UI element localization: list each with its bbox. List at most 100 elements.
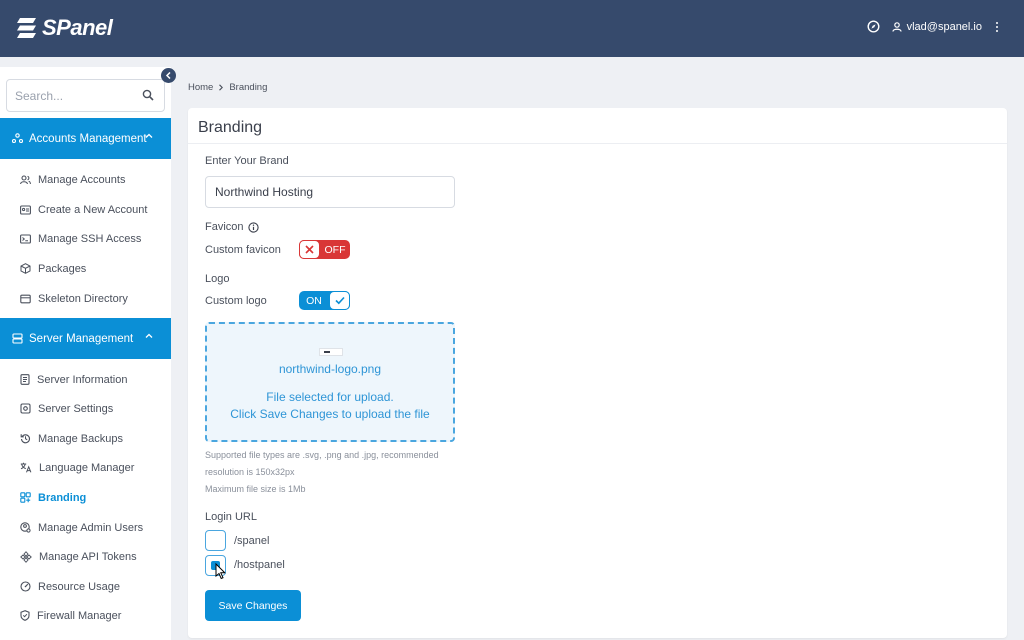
gauge-icon xyxy=(20,581,31,592)
brand-name-input[interactable] xyxy=(205,176,455,208)
branding-card: Branding Enter Your Brand Favicon Custom… xyxy=(188,108,1007,638)
top-header: SPanel vlad@spanel.io xyxy=(0,0,1024,57)
breadcrumb: Home Branding xyxy=(188,82,267,93)
admin-user-icon xyxy=(20,522,31,533)
sidebar-item-label: Create a New Account xyxy=(38,203,148,216)
id-card-icon xyxy=(20,204,31,215)
sidebar-item-server-information[interactable]: Server Information xyxy=(0,365,171,394)
sidebar-item-label: Resource Usage xyxy=(38,580,120,593)
favicon-label: Favicon xyxy=(205,221,244,233)
terminal-icon xyxy=(20,233,31,244)
file-size-hint: Maximum file size is 1Mb xyxy=(205,484,306,494)
save-changes-button[interactable]: Save Changes xyxy=(205,590,301,621)
sidebar-item-label: Manage Backups xyxy=(38,432,123,445)
breadcrumb-home-link[interactable]: Home xyxy=(188,82,213,93)
folder-icon xyxy=(20,294,31,303)
favicon-toggle[interactable]: OFF xyxy=(299,240,350,259)
sidebar-item-branding[interactable]: Branding xyxy=(0,483,171,512)
chevron-left-icon xyxy=(165,72,171,79)
search-input[interactable] xyxy=(7,80,132,111)
more-options-icon[interactable] xyxy=(994,21,1000,32)
check-icon xyxy=(334,296,345,305)
favicon-heading: Favicon xyxy=(205,221,259,233)
sidebar-item-label: Server Information xyxy=(37,373,128,386)
file-type-hint: Supported file types are .svg, .png and … xyxy=(205,450,439,460)
sidebar-search xyxy=(6,79,165,112)
toggle-state: OFF xyxy=(324,243,346,256)
chevron-up-icon xyxy=(145,133,153,138)
sidebar-item-resource-usage[interactable]: Resource Usage xyxy=(0,572,171,601)
accounts-icon xyxy=(12,133,23,144)
compass-icon[interactable] xyxy=(867,20,880,33)
section-title: Accounts Management xyxy=(29,132,147,145)
sidebar-item-language-manager[interactable]: Language Manager xyxy=(0,453,171,482)
logo-label: Logo xyxy=(205,273,230,285)
close-icon xyxy=(305,245,314,254)
sidebar-item-label: Skeleton Directory xyxy=(38,292,128,305)
sidebar-item-manage-accounts[interactable]: Manage Accounts xyxy=(0,165,171,194)
server-icon xyxy=(12,333,23,344)
title-divider xyxy=(188,143,1007,144)
document-icon xyxy=(20,374,30,385)
sidebar-item-packages[interactable]: Packages xyxy=(0,254,171,283)
sidebar-item-label: Manage API Tokens xyxy=(39,550,137,563)
chevron-right-icon xyxy=(219,84,224,91)
upload-message: File selected for upload. xyxy=(266,390,394,404)
sidebar-item-manage-api-tokens[interactable]: Manage API Tokens xyxy=(0,542,171,571)
users-icon xyxy=(20,174,31,184)
breadcrumb-current: Branding xyxy=(229,82,268,93)
user-email: vlad@spanel.io xyxy=(906,20,982,33)
login-url-spanel-checkbox[interactable] xyxy=(205,530,226,551)
sidebar-item-manage-backups[interactable]: Manage Backups xyxy=(0,424,171,453)
spanel-logo[interactable]: SPanel xyxy=(16,14,113,42)
logo-upload-dropzone[interactable]: northwind-logo.png File selected for upl… xyxy=(205,322,455,442)
section-title: Server Management xyxy=(29,332,134,345)
backup-icon xyxy=(20,434,31,444)
collapse-sidebar-button[interactable] xyxy=(161,68,176,83)
sidebar-item-label: Firewall Manager xyxy=(37,609,122,622)
custom-logo-label: Custom logo xyxy=(205,295,267,307)
toggle-state: ON xyxy=(306,294,322,307)
login-url-spanel-label: /spanel xyxy=(234,535,270,547)
toggle-knob xyxy=(299,240,320,259)
login-url-hostpanel-label: /hostpanel xyxy=(234,559,285,571)
sidebar-item-label: Branding xyxy=(38,491,87,504)
login-url-label: Login URL xyxy=(205,511,257,523)
package-icon xyxy=(20,263,31,274)
brand-label: Enter Your Brand xyxy=(205,155,289,167)
user-icon xyxy=(892,21,902,32)
sidebar-item-label: Manage Admin Users xyxy=(38,521,144,534)
mouse-cursor-icon xyxy=(215,563,227,580)
sidebar-item-label: Server Settings xyxy=(38,402,114,415)
logo-text: SPanel xyxy=(42,15,113,40)
upload-instruction: Click Save Changes to upload the file xyxy=(230,407,430,421)
sidebar-item-manage-ssh[interactable]: Manage SSH Access xyxy=(0,224,171,253)
upload-file-name: northwind-logo.png xyxy=(278,362,382,376)
sidebar-item-label: Manage Accounts xyxy=(38,173,126,186)
shield-icon xyxy=(20,610,30,621)
chevron-up-icon xyxy=(145,333,153,338)
sidebar-item-firewall-manager[interactable]: Firewall Manager xyxy=(0,601,171,630)
section-server-management[interactable]: Server Management xyxy=(0,318,171,359)
sidebar-item-server-settings[interactable]: Server Settings xyxy=(0,394,171,423)
toggle-knob xyxy=(329,291,350,310)
sidebar-item-label: Manage SSH Access xyxy=(38,232,142,245)
logo-preview-thumbnail xyxy=(319,348,343,356)
sidebar-item-create-account[interactable]: Create a New Account xyxy=(0,195,171,224)
info-icon[interactable] xyxy=(247,221,259,233)
sidebar-item-skeleton-directory[interactable]: Skeleton Directory xyxy=(0,284,171,313)
translate-icon xyxy=(20,462,32,473)
settings-icon xyxy=(20,403,31,414)
branding-icon xyxy=(20,492,31,503)
page-title: Branding xyxy=(198,119,263,136)
user-menu[interactable]: vlad@spanel.io xyxy=(892,21,982,33)
spanel-logo-icon xyxy=(17,18,36,38)
custom-favicon-label: Custom favicon xyxy=(205,244,281,256)
api-token-icon xyxy=(20,550,32,563)
search-icon[interactable] xyxy=(142,89,154,101)
sidebar: Accounts Management Manage Accounts Crea… xyxy=(0,67,171,640)
sidebar-item-label: Packages xyxy=(38,262,87,275)
section-accounts-management[interactable]: Accounts Management xyxy=(0,118,171,159)
logo-toggle[interactable]: ON xyxy=(299,291,350,310)
sidebar-item-manage-admin-users[interactable]: Manage Admin Users xyxy=(0,513,171,542)
